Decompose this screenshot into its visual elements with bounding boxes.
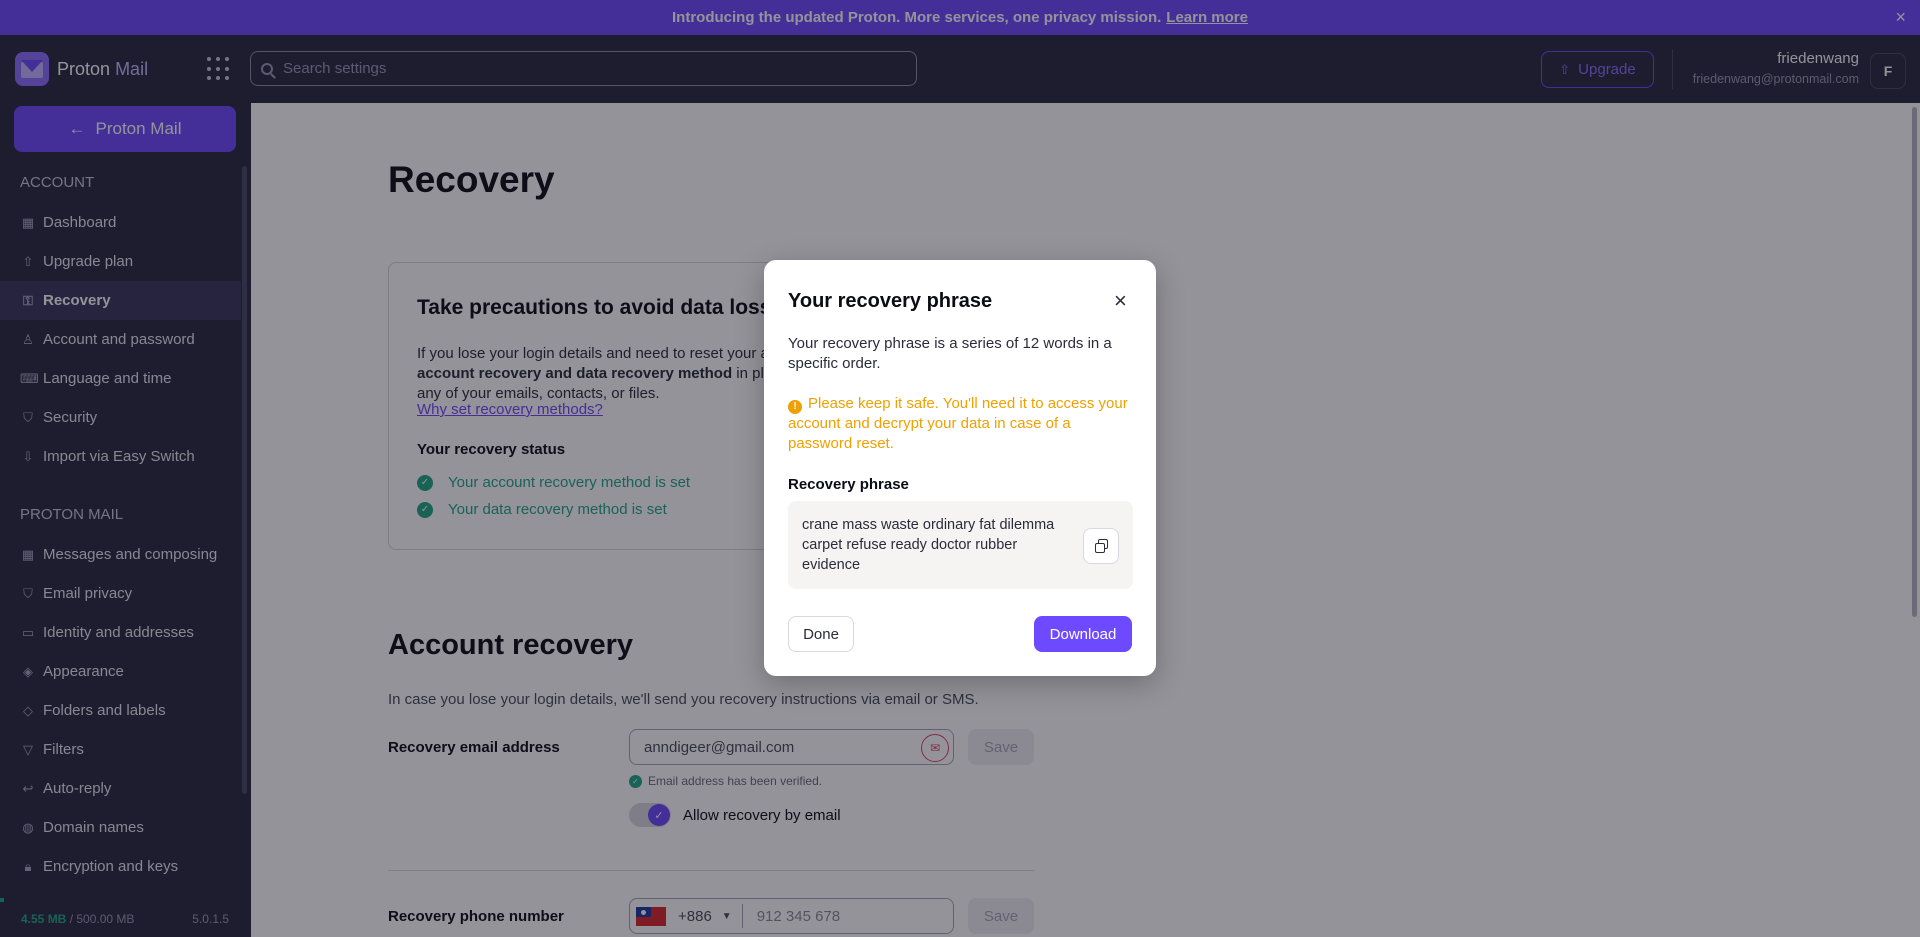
recovery-phrase-label: Recovery phrase: [788, 476, 909, 493]
download-button[interactable]: Download: [1034, 616, 1132, 652]
done-button[interactable]: Done: [788, 616, 854, 652]
dialog-description: Your recovery phrase is a series of 12 w…: [788, 335, 1112, 372]
warning-icon: !: [788, 400, 802, 414]
recovery-phrase-text[interactable]: crane mass waste ordinary fat dilemma ca…: [802, 515, 1074, 575]
recovery-phrase-box: crane mass waste ordinary fat dilemma ca…: [788, 501, 1133, 589]
copy-button[interactable]: [1083, 528, 1119, 564]
warning-text: Please keep it safe. You'll need it to a…: [788, 395, 1128, 452]
copy-icon-front: [1095, 543, 1105, 553]
close-icon[interactable]: ×: [1114, 290, 1127, 312]
dialog-title: Your recovery phrase: [788, 290, 993, 312]
dialog-warning: ! Please keep it safe. You'll need it to …: [788, 394, 1138, 454]
recovery-phrase-dialog: Your recovery phrase × Your recovery phr…: [764, 260, 1156, 676]
